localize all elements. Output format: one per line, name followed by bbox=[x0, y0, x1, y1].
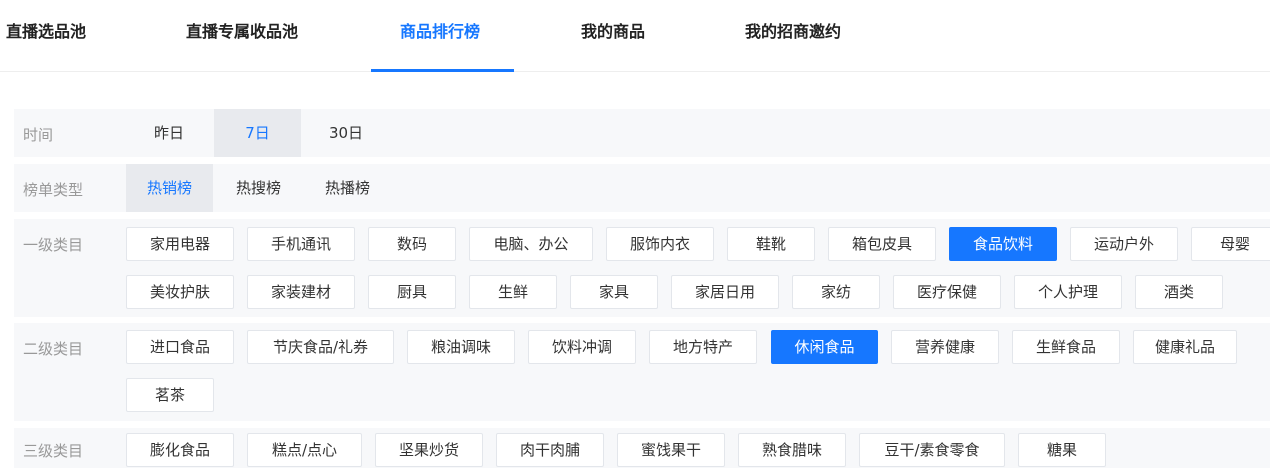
level3-chip[interactable]: 糕点/点心 bbox=[247, 433, 362, 467]
list-type-hot-broadcast[interactable]: 热播榜 bbox=[304, 164, 391, 212]
tab-product-ranking[interactable]: 商品排行榜 bbox=[400, 20, 480, 44]
level1-chip[interactable]: 家用电器 bbox=[126, 227, 234, 261]
level2-chip[interactable]: 地方特产 bbox=[649, 330, 757, 364]
tab-live-selection-pool[interactable]: 直播选品池 bbox=[6, 20, 86, 44]
top-tab-bar: 直播选品池 直播专属收品池 商品排行榜 我的商品 我的招商邀约 bbox=[0, 0, 1270, 72]
level2-chip[interactable]: 饮料冲调 bbox=[528, 330, 636, 364]
level1-chip-selected[interactable]: 食品饮料 bbox=[949, 227, 1057, 261]
level1-chip[interactable]: 鞋靴 bbox=[727, 227, 815, 261]
list-type-label: 榜单类型 bbox=[23, 181, 84, 199]
tab-my-products[interactable]: 我的商品 bbox=[581, 20, 645, 44]
level1-chip[interactable]: 医疗保健 bbox=[893, 275, 1001, 309]
active-tab-indicator bbox=[371, 69, 514, 72]
level3-chip[interactable]: 豆干/素食零食 bbox=[859, 433, 1005, 467]
level3-label: 三级类目 bbox=[23, 442, 84, 460]
level2-chip[interactable]: 节庆食品/礼券 bbox=[247, 330, 394, 364]
level1-chip[interactable]: 家纺 bbox=[792, 275, 880, 309]
level2-chip[interactable]: 健康礼品 bbox=[1133, 330, 1237, 364]
tab-live-exclusive-pool[interactable]: 直播专属收品池 bbox=[186, 20, 298, 44]
level3-chip[interactable]: 蜜饯果干 bbox=[617, 433, 725, 467]
level1-label: 一级类目 bbox=[23, 236, 84, 254]
level1-chip[interactable]: 家具 bbox=[570, 275, 658, 309]
level1-chip[interactable]: 个人护理 bbox=[1014, 275, 1122, 309]
time-option-yesterday[interactable]: 昨日 bbox=[126, 109, 212, 157]
level3-chip[interactable]: 坚果炒货 bbox=[375, 433, 483, 467]
level1-chip[interactable]: 电脑、办公 bbox=[469, 227, 593, 261]
level2-chip[interactable]: 茗茶 bbox=[126, 378, 214, 412]
level1-chip[interactable]: 运动户外 bbox=[1070, 227, 1178, 261]
level3-chip[interactable]: 熟食腊味 bbox=[738, 433, 846, 467]
level1-chip[interactable]: 美妆护肤 bbox=[126, 275, 234, 309]
level1-chip[interactable]: 生鲜 bbox=[469, 275, 557, 309]
level2-chip[interactable]: 粮油调味 bbox=[407, 330, 515, 364]
level1-chip[interactable]: 手机通讯 bbox=[247, 227, 355, 261]
level1-chip[interactable]: 箱包皮具 bbox=[828, 227, 936, 261]
level1-chip[interactable]: 数码 bbox=[368, 227, 456, 261]
level1-chip[interactable]: 家居日用 bbox=[671, 275, 779, 309]
level3-chip[interactable]: 膨化食品 bbox=[126, 433, 234, 467]
level1-chip[interactable]: 家装建材 bbox=[247, 275, 355, 309]
level2-label: 二级类目 bbox=[23, 340, 84, 358]
tab-my-invitations[interactable]: 我的招商邀约 bbox=[745, 20, 841, 44]
level2-chip[interactable]: 进口食品 bbox=[126, 330, 234, 364]
level1-chip[interactable]: 服饰内衣 bbox=[606, 227, 714, 261]
level1-chip[interactable]: 酒类 bbox=[1135, 275, 1223, 309]
time-option-7d[interactable]: 7日 bbox=[214, 109, 301, 157]
level3-chip[interactable]: 糖果 bbox=[1018, 433, 1106, 467]
level3-chip[interactable]: 肉干肉脯 bbox=[496, 433, 604, 467]
level2-chip[interactable]: 营养健康 bbox=[891, 330, 999, 364]
level1-chip[interactable]: 母婴 bbox=[1191, 227, 1270, 261]
list-type-hot-search[interactable]: 热搜榜 bbox=[215, 164, 302, 212]
time-option-30d[interactable]: 30日 bbox=[303, 109, 389, 157]
level2-chip[interactable]: 生鲜食品 bbox=[1012, 330, 1120, 364]
level1-chip[interactable]: 厨具 bbox=[368, 275, 456, 309]
list-type-hot-sales[interactable]: 热销榜 bbox=[126, 164, 213, 212]
time-label: 时间 bbox=[23, 126, 54, 144]
level2-chip-selected[interactable]: 休闲食品 bbox=[771, 330, 878, 364]
